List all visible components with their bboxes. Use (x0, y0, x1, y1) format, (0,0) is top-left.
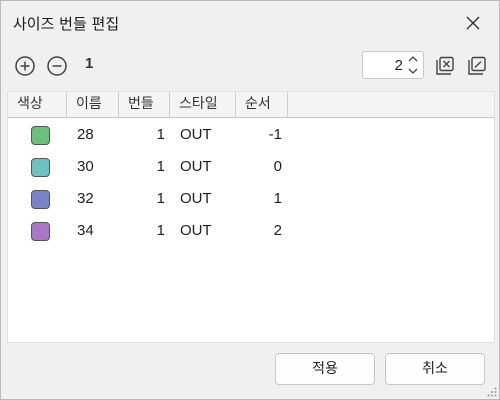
selected-count: 1 (85, 55, 94, 72)
color-swatch[interactable] (31, 158, 50, 177)
cell-name: 32 (77, 190, 94, 207)
header-name[interactable]: 이름 (67, 92, 119, 117)
chevron-down-icon (408, 68, 418, 74)
order-spinner[interactable] (362, 51, 424, 79)
plus-circle-icon (15, 56, 35, 76)
chevron-up-icon (408, 56, 418, 62)
header-bundle[interactable]: 번들 (119, 92, 170, 117)
edit-icon (468, 56, 486, 75)
cell-order: 2 (273, 222, 282, 239)
cell-bundle: 1 (156, 126, 165, 143)
cell-style: OUT (180, 158, 212, 175)
close-button[interactable] (461, 11, 485, 35)
close-icon (466, 16, 480, 30)
clear-button[interactable] (433, 54, 457, 78)
cancel-button[interactable]: 취소 (385, 353, 485, 385)
cell-name: 34 (77, 222, 94, 239)
remove-button[interactable] (45, 54, 69, 78)
table-row[interactable]: 30 1 OUT 0 (8, 151, 494, 183)
header-order[interactable]: 순서 (236, 92, 288, 117)
color-swatch[interactable] (31, 126, 50, 145)
cell-name: 30 (77, 158, 94, 175)
color-swatch[interactable] (31, 222, 50, 241)
cell-bundle: 1 (156, 158, 165, 175)
table-row[interactable]: 28 1 OUT -1 (8, 119, 494, 151)
edit-button[interactable] (465, 54, 489, 78)
table-header: 색상 이름 번들 스타일 순서 (8, 92, 494, 118)
minus-circle-icon (47, 56, 67, 76)
table-row[interactable]: 32 1 OUT 1 (8, 183, 494, 215)
resize-grip-icon[interactable] (487, 387, 497, 397)
cell-style: OUT (180, 222, 212, 239)
dialog-title: 사이즈 번들 편집 (13, 15, 120, 33)
size-bundle-dialog: 사이즈 번들 편집 1 2 색상 이름 번들 스타일 순서 28 1 OUT -… (0, 0, 500, 400)
cell-order: 1 (273, 190, 282, 207)
cell-name: 28 (77, 126, 94, 143)
cell-bundle: 1 (156, 190, 165, 207)
spin-up-button[interactable] (405, 53, 421, 65)
spinner-input[interactable] (365, 55, 403, 75)
table-row[interactable]: 34 1 OUT 2 (8, 215, 494, 247)
add-button[interactable] (13, 54, 37, 78)
clear-icon (436, 56, 454, 75)
header-color[interactable]: 색상 (8, 92, 67, 117)
title-bar: 사이즈 번들 편집 (1, 1, 499, 45)
color-swatch[interactable] (31, 190, 50, 209)
cell-order: 0 (273, 158, 282, 175)
cell-style: OUT (180, 126, 212, 143)
toolbar: 1 (1, 49, 499, 85)
header-style[interactable]: 스타일 (170, 92, 236, 117)
bundle-table: 색상 이름 번들 스타일 순서 28 1 OUT -1 30 1 OUT 0 3… (7, 91, 495, 343)
cell-style: OUT (180, 190, 212, 207)
apply-button[interactable]: 적용 (275, 353, 375, 385)
spin-down-button[interactable] (405, 65, 421, 77)
cell-order: -1 (268, 126, 282, 143)
cell-bundle: 1 (156, 222, 165, 239)
